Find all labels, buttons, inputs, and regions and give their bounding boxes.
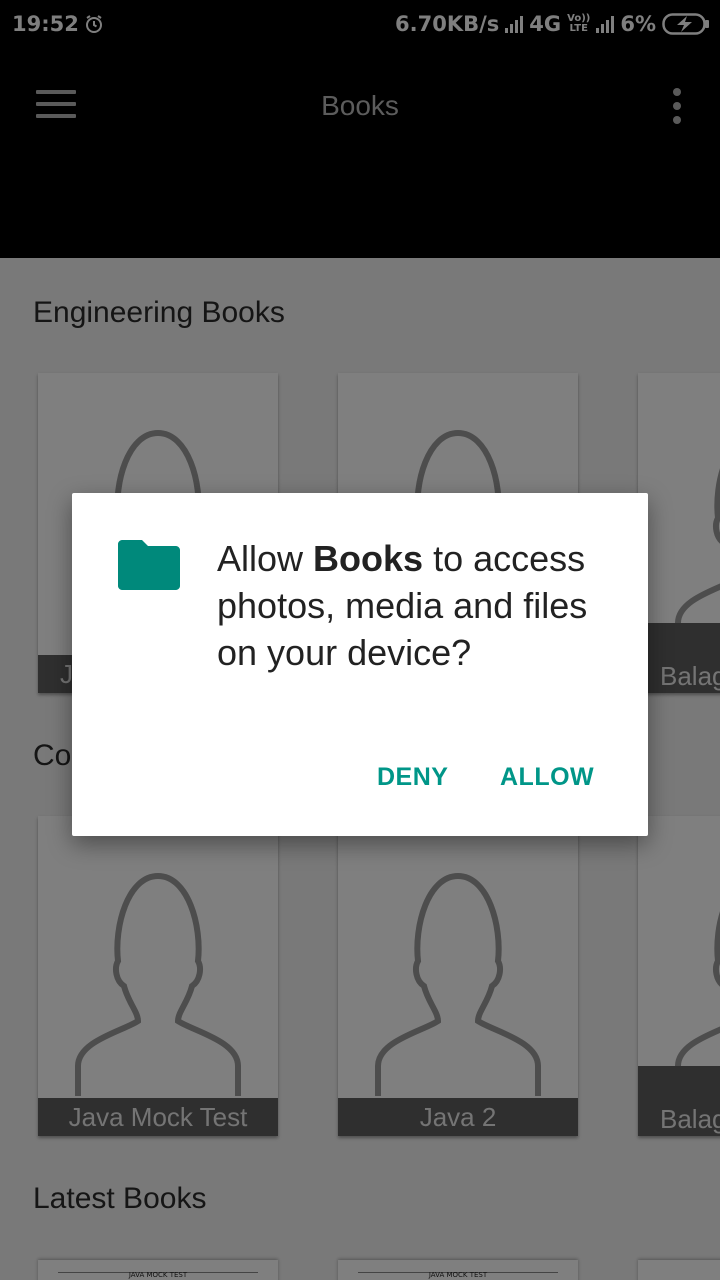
app-name: Books	[313, 538, 424, 579]
permission-dialog: Allow Books to access photos, media and …	[72, 493, 648, 836]
dialog-message: Allow Books to access photos, media and …	[217, 535, 622, 676]
folder-icon	[118, 540, 180, 590]
allow-button[interactable]: ALLOW	[500, 763, 594, 792]
screen: 19:52 6.70KB/s 4G Vo))LTE 6% Books Engin…	[0, 0, 720, 1280]
deny-button[interactable]: DENY	[377, 763, 448, 792]
message-prefix: Allow	[217, 538, 314, 579]
